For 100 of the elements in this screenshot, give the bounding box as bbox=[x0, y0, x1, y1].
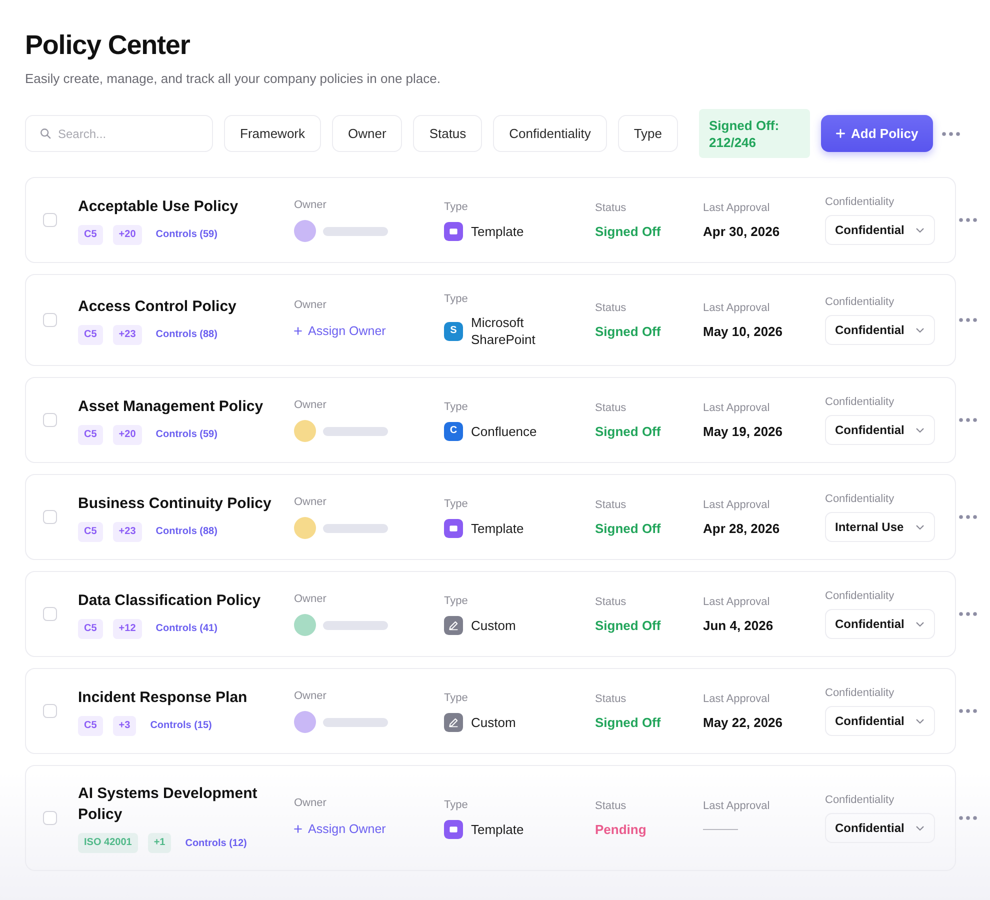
field-label: Status bbox=[595, 692, 626, 706]
plus-icon bbox=[294, 327, 302, 335]
pencil-tile-icon bbox=[444, 616, 463, 634]
assign-owner-link[interactable]: Assign Owner bbox=[294, 818, 386, 840]
field-label: Confidentiality bbox=[825, 686, 894, 700]
framework-tag: ISO 42001 bbox=[78, 833, 138, 853]
confidentiality-dropdown[interactable]: Confidential bbox=[825, 609, 936, 639]
chevron-down-icon bbox=[916, 718, 924, 724]
framework-tag: C5 bbox=[78, 424, 103, 444]
plus-icon bbox=[294, 825, 302, 833]
type-name: Template bbox=[471, 222, 524, 240]
row-checkbox[interactable] bbox=[43, 607, 57, 621]
policy-name: Business Continuity Policy bbox=[78, 494, 272, 514]
field-label: Last Approval bbox=[703, 594, 770, 608]
field-label: Owner bbox=[294, 398, 326, 412]
filter-button[interactable]: Owner bbox=[332, 115, 402, 152]
approval-date: May 19, 2026 bbox=[703, 422, 783, 440]
framework-tag: +12 bbox=[112, 618, 142, 638]
field-label: Confidentiality bbox=[825, 295, 894, 309]
row-checkbox[interactable] bbox=[43, 213, 57, 227]
status-text: Signed Off bbox=[595, 520, 661, 536]
field-label: Type bbox=[444, 292, 468, 306]
controls-link[interactable]: Controls (12) bbox=[185, 838, 247, 848]
controls-link[interactable]: Controls (59) bbox=[156, 429, 218, 440]
letter-tile-icon: C bbox=[444, 422, 463, 440]
status-text: Signed Off bbox=[595, 616, 661, 634]
field-label: Last Approval bbox=[703, 798, 770, 812]
approval-date: Apr 28, 2026 bbox=[703, 520, 780, 536]
policy-name: Acceptable Use Policy bbox=[78, 196, 238, 216]
chevron-down-icon bbox=[916, 622, 924, 626]
square-tile-icon bbox=[444, 518, 463, 538]
filter-button[interactable]: Framework bbox=[224, 115, 322, 152]
field-label: Type bbox=[444, 400, 468, 414]
type-name: Custom bbox=[471, 714, 516, 730]
row-checkbox[interactable] bbox=[43, 704, 57, 718]
field-label: Confidentiality bbox=[825, 492, 894, 506]
policy-name: Data Classification Policy bbox=[78, 590, 261, 610]
field-label: Confidentiality bbox=[825, 195, 894, 209]
field-label: Confidentiality bbox=[825, 793, 894, 807]
field-label: Type bbox=[444, 496, 468, 510]
framework-tag: +20 bbox=[112, 224, 142, 244]
approval-date: Apr 30, 2026 bbox=[703, 222, 780, 240]
ellipsis-icon bbox=[959, 709, 977, 713]
filter-button[interactable]: Status bbox=[413, 115, 482, 152]
confidentiality-dropdown[interactable]: Confidential bbox=[825, 813, 936, 843]
field-label: Owner bbox=[294, 796, 326, 810]
ellipsis-icon bbox=[959, 418, 977, 422]
add-policy-button[interactable]: Add Policy bbox=[821, 115, 934, 152]
signed-off-badge: Signed Off: 212/246 bbox=[699, 109, 810, 158]
search-icon bbox=[40, 128, 51, 139]
no-date-dash bbox=[703, 828, 738, 830]
row-checkbox[interactable] bbox=[43, 811, 57, 825]
controls-link[interactable]: Controls (59) bbox=[156, 229, 218, 240]
framework-tag: +23 bbox=[112, 324, 142, 344]
ellipsis-icon bbox=[959, 218, 977, 222]
field-label: Owner bbox=[294, 689, 326, 703]
field-label: Status bbox=[595, 798, 626, 812]
framework-tag: C5 bbox=[78, 324, 103, 344]
field-label: Last Approval bbox=[703, 498, 770, 512]
row-checkbox[interactable] bbox=[43, 413, 57, 427]
field-label: Owner bbox=[294, 592, 326, 606]
type-name: Microsoft SharePoint bbox=[471, 314, 536, 348]
controls-link[interactable]: Controls (88) bbox=[156, 526, 218, 537]
search-field[interactable]: Search... bbox=[25, 115, 213, 152]
page-subtitle: Easily create, manage, and track all your company policies in one place. bbox=[25, 71, 442, 86]
plus-icon bbox=[836, 129, 846, 138]
controls-link[interactable]: Controls (41) bbox=[156, 623, 218, 634]
status-text: Pending bbox=[595, 820, 646, 838]
policy-name: Asset Management Policy bbox=[78, 396, 264, 416]
controls-link[interactable]: Controls (88) bbox=[156, 329, 218, 340]
ellipsis-icon bbox=[959, 816, 977, 820]
policy-name: Incident Response Plan bbox=[78, 688, 248, 708]
framework-tag: +1 bbox=[148, 833, 172, 853]
chevron-down-icon bbox=[916, 826, 924, 830]
assign-owner-link[interactable]: Assign Owner bbox=[294, 320, 386, 342]
filter-button[interactable]: Confidentiality bbox=[493, 115, 607, 152]
ellipsis-icon bbox=[942, 132, 960, 136]
status-text: Signed Off bbox=[595, 222, 661, 240]
confidentiality-dropdown[interactable]: Confidential bbox=[825, 315, 936, 345]
confidentiality-dropdown[interactable]: Confidential bbox=[825, 415, 936, 445]
framework-tag: C5 bbox=[78, 522, 103, 542]
field-label: Last Approval bbox=[703, 400, 770, 414]
confidentiality-dropdown[interactable]: Confidential bbox=[825, 706, 936, 736]
field-label: Owner bbox=[294, 298, 326, 312]
type-name: Custom bbox=[471, 616, 516, 634]
chevron-down-icon bbox=[916, 428, 924, 432]
row-checkbox[interactable] bbox=[43, 313, 57, 327]
confidentiality-dropdown[interactable]: Internal Use bbox=[825, 512, 935, 542]
field-label: Last Approval bbox=[703, 692, 770, 706]
page-title: Policy Center bbox=[25, 30, 191, 60]
field-label: Owner bbox=[294, 198, 326, 212]
filter-button[interactable]: Type bbox=[618, 115, 678, 152]
approval-date: Jun 4, 2026 bbox=[703, 616, 774, 634]
confidentiality-dropdown[interactable]: Confidential bbox=[825, 215, 936, 245]
row-checkbox[interactable] bbox=[43, 510, 57, 524]
ellipsis-icon bbox=[959, 515, 977, 519]
controls-link[interactable]: Controls (15) bbox=[150, 720, 212, 731]
name-skeleton-bar bbox=[323, 718, 388, 726]
field-label: Type bbox=[444, 690, 468, 704]
framework-tag: +3 bbox=[112, 716, 136, 736]
